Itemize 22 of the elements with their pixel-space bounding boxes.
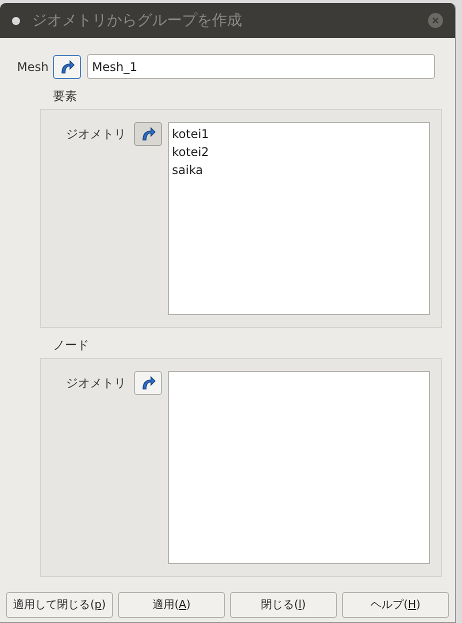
dialog-button[interactable]: 閉じる(l): [230, 592, 337, 618]
dialog-button[interactable]: 適用(A): [118, 592, 225, 618]
dialog-button[interactable]: ヘルプ(H): [342, 592, 449, 618]
geometry-label: ジオメトリ: [66, 126, 127, 143]
curve-arrow-icon: [140, 126, 156, 142]
mesh-label: Mesh: [17, 58, 47, 76]
select-button[interactable]: [134, 122, 162, 146]
geometry-list[interactable]: kotei1 kotei2 saika: [168, 122, 430, 315]
group-title: ノード: [53, 337, 90, 354]
curve-arrow-icon: [59, 58, 75, 74]
select-button[interactable]: [53, 54, 81, 78]
window-title: ジオメトリからグループを作成: [32, 10, 242, 32]
dialog-button[interactable]: 適用して閉じる(p): [6, 592, 113, 618]
curve-arrow-icon: [140, 375, 156, 391]
list-item[interactable]: kotei2: [172, 143, 426, 161]
geometry-label: ジオメトリ: [66, 375, 127, 392]
mesh-field[interactable]: Mesh_1: [87, 54, 435, 79]
select-button[interactable]: [134, 371, 162, 395]
list-item[interactable]: saika: [172, 161, 426, 179]
list-item[interactable]: kotei1: [172, 125, 426, 143]
group-title: 要素: [53, 88, 78, 105]
close-icon: [432, 17, 439, 24]
